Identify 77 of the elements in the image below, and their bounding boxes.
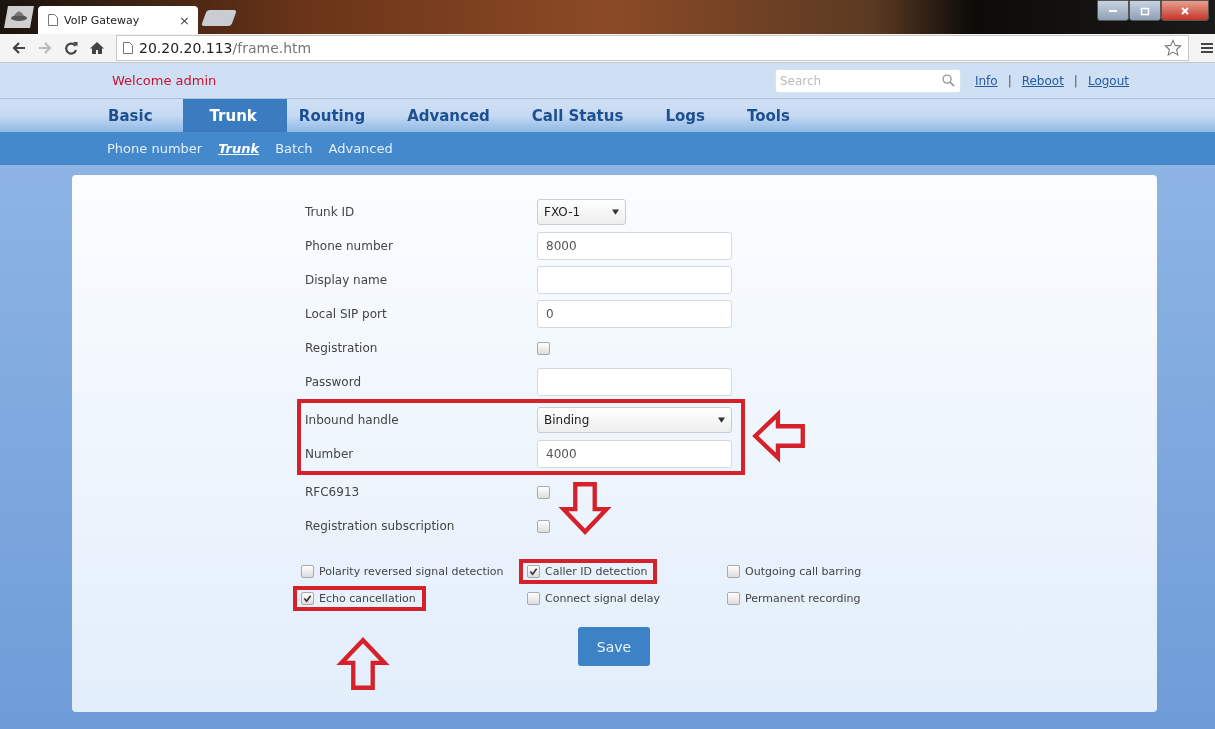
tab-close-button[interactable]: ×: [179, 12, 190, 28]
checkbox[interactable]: [537, 485, 550, 499]
menu-icon[interactable]: [1201, 42, 1213, 54]
nav-tab[interactable]: Call Status: [519, 99, 654, 132]
input-field[interactable]: 0: [537, 300, 732, 328]
nav-tab[interactable]: Logs: [653, 99, 735, 132]
caret-icon: [612, 209, 619, 215]
browser-tab[interactable]: VoIP Gateway ×: [38, 6, 198, 34]
dropdown[interactable]: FXO-1: [537, 199, 626, 225]
field-label: Inbound handle: [305, 413, 400, 427]
separator-text: |: [1007, 73, 1012, 88]
nav-tab[interactable]: Basic: [96, 99, 183, 132]
checkbox-option[interactable]: Connect signal delay: [519, 586, 671, 611]
separator-text: |: [1073, 73, 1078, 88]
page-icon: [123, 42, 133, 54]
input-field[interactable]: [537, 368, 732, 396]
maximize-button[interactable]: [1129, 0, 1161, 21]
search-field[interactable]: Search: [774, 68, 961, 93]
checkbox[interactable]: [537, 341, 550, 355]
input-field[interactable]: 4000: [537, 440, 732, 468]
url-text: 20.20.20.113/frame.htm: [139, 40, 313, 56]
input-field[interactable]: [537, 266, 732, 294]
dropdown[interactable]: Binding: [537, 407, 732, 433]
field-label: Local SIP port: [305, 307, 388, 321]
checkbox[interactable]: [527, 592, 540, 605]
new-tab-button[interactable]: [201, 10, 237, 26]
field-label: Registration subscription: [305, 519, 456, 533]
checkbox[interactable]: [537, 519, 550, 533]
nav-tab[interactable]: Tools: [734, 99, 820, 132]
back-icon[interactable]: [12, 41, 26, 55]
field-label: Registration: [305, 341, 379, 355]
arrow-annotation: [752, 409, 806, 463]
highlighted-option[interactable]: Echo cancellation: [293, 586, 426, 611]
checkbox[interactable]: [301, 565, 314, 578]
highlighted-option[interactable]: Caller ID detection: [519, 559, 658, 584]
header-link[interactable]: Reboot: [1021, 73, 1064, 88]
field-label: RFC6913: [305, 485, 361, 499]
close-button[interactable]: [1161, 0, 1209, 21]
checkbox-option[interactable]: Outgoing call barring: [719, 559, 872, 584]
maximize-icon: [1140, 5, 1150, 16]
minimize-button[interactable]: [1097, 0, 1129, 21]
home-icon[interactable]: [90, 41, 104, 55]
address-bar[interactable]: 20.20.20.113/frame.htm: [116, 35, 1189, 61]
checkbox[interactable]: [727, 592, 740, 605]
page-icon: [48, 14, 58, 26]
checkbox-option[interactable]: Permanent recording: [719, 586, 871, 611]
field-label: Number: [305, 447, 355, 461]
header-link[interactable]: Info: [974, 73, 998, 88]
field-label: Trunk ID: [305, 205, 356, 219]
star-icon[interactable]: [1164, 39, 1182, 57]
subnav-link[interactable]: Phone number: [107, 141, 203, 156]
field-label: Display name: [305, 273, 389, 287]
save-button[interactable]: Save: [578, 627, 650, 666]
close-icon: [1180, 5, 1190, 16]
nav-tab[interactable]: Trunk: [182, 99, 287, 132]
checkbox-option[interactable]: Polarity reversed signal detection: [293, 559, 514, 584]
tab-title: VoIP Gateway: [64, 13, 141, 27]
subnav-link[interactable]: Trunk: [218, 141, 260, 156]
checkbox[interactable]: [301, 592, 314, 605]
field-label: Phone number: [305, 239, 394, 253]
field-label: Password: [305, 375, 363, 389]
arrow-annotation: [558, 481, 612, 535]
nav-tab[interactable]: Routing: [286, 99, 396, 132]
reload-icon[interactable]: [64, 41, 78, 55]
nav-tab[interactable]: Advanced: [395, 99, 520, 132]
checkbox[interactable]: [727, 565, 740, 578]
checkbox[interactable]: [527, 565, 540, 578]
subnav-link[interactable]: Advanced: [328, 141, 393, 156]
welcome-text: Welcome admin: [112, 73, 217, 88]
arrow-annotation: [336, 637, 390, 691]
search-icon: [941, 73, 955, 87]
subnav-link[interactable]: Batch: [275, 141, 313, 156]
caret-icon: [718, 417, 725, 423]
profile-icon: [4, 6, 34, 28]
input-field[interactable]: 8000: [537, 232, 732, 260]
header-link[interactable]: Logout: [1087, 73, 1129, 88]
minimize-icon: [1109, 9, 1117, 12]
